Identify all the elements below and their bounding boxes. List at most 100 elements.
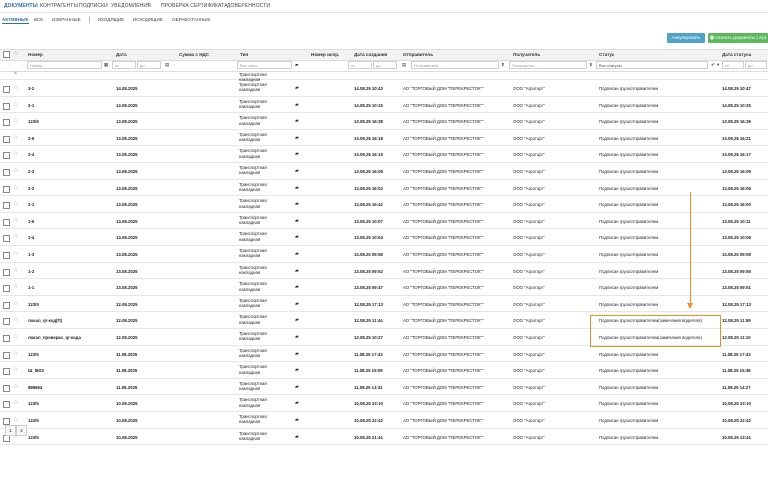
header-type[interactable]: Тип [240,52,248,57]
calculator-icon[interactable]: ▦ [104,62,108,68]
favorite-star-icon[interactable]: ☆ [13,200,18,207]
row-checkbox[interactable] [3,418,10,425]
row-checkbox[interactable] [3,368,10,376]
nav-subscriptions[interactable]: ПОДПИСКИ [79,3,108,9]
table-row[interactable]: ☆ 123/5 13.08.2025 Транспортная накладная ▰ 1… [0,113,768,130]
folder-icon[interactable]: ▰ [295,118,299,124]
tab-all[interactable]: ВСЕ [34,17,43,22]
row-checkbox[interactable] [3,401,10,409]
folder-icon[interactable]: ▰ [295,62,298,68]
nav-documents[interactable]: ДОКУМЕНТЫ [4,3,38,9]
favorite-star-icon[interactable]: ☆ [13,267,18,274]
row-checkbox[interactable] [3,384,10,392]
date-to-input[interactable]: до [137,61,161,69]
row-checkbox[interactable] [3,119,10,127]
favorite-star-icon[interactable]: ☆ [13,300,18,307]
table-row[interactable]: ☆ 889664 11.08.2025 Транспортная накладная ▰… [0,379,768,396]
calendar-icon[interactable]: ▤ [402,62,406,68]
row-checkbox[interactable] [3,185,10,193]
status-date-from-input[interactable]: от [722,61,744,69]
favorite-star-icon[interactable]: ☆ [13,366,18,373]
row-checkbox[interactable] [3,152,10,160]
favorite-star-icon[interactable]: ☆ [13,399,18,406]
folder-icon[interactable]: ▰ [295,201,299,207]
table-row[interactable]: ☆ 1-3 13.08.2025 Транспортная накладная ▰ 13.… [0,246,768,263]
number-filter-input[interactable]: Номер... [27,61,102,69]
header-created[interactable]: Дата создания [354,52,387,57]
nav-notifications[interactable]: УВЕДОМЛЕНИЯ [111,3,151,9]
table-row[interactable]: ☆ 2-3 13.08.2025 Транспортная накладная ▰ 13.… [0,163,768,180]
row-checkbox[interactable] [3,169,10,176]
favorite-star-icon[interactable]: ☆ [13,383,18,390]
row-checkbox[interactable] [3,235,10,243]
row-checkbox[interactable] [3,285,10,293]
dropdown-icon[interactable]: ▾ [717,62,719,68]
header-status[interactable]: Статус [599,52,614,57]
favorite-star-icon[interactable]: ☆ [13,350,18,357]
folder-icon[interactable]: ▰ [295,334,299,340]
favorite-star-icon[interactable]: ☆ [13,117,18,124]
nav-powers-of-attorney[interactable]: ДОВЕРЕННОСТИ [227,3,270,9]
header-number[interactable]: Номер [28,52,43,57]
folder-icon[interactable]: ▰ [295,251,299,257]
table-row[interactable]: ☆ Ш_5Ю3 11.08.2025 Транспортная накладная ▰ 1… [0,362,768,379]
row-checkbox[interactable] [3,102,10,110]
table-row[interactable]: ☆ 2-4 13.08.2025 Транспортная накладная ▰ 13.… [0,146,768,163]
page-2-button[interactable]: 2 [16,425,27,436]
tab-favorites[interactable]: ИЗБРАННЫЕ [52,17,81,22]
table-row[interactable]: ☆ 123/5 10.08.2025 Транспортная накладная ▰ 1… [0,429,768,446]
folder-icon[interactable]: ▰ [295,400,299,406]
favorite-star-icon[interactable]: ☆ [13,84,18,91]
folder-icon[interactable]: ▰ [295,168,299,174]
header-num-ext[interactable]: Номер испр. [311,52,339,57]
table-row[interactable]: ☆ 3-1 14.08.2025 Транспортная накладная ▰ 14.… [0,97,768,114]
folder-icon[interactable]: ▰ [295,135,299,141]
row-checkbox[interactable] [3,351,10,359]
status-date-to-input[interactable]: до [745,61,767,69]
tab-active[interactable]: АКТИВНЫЕ [2,17,29,24]
favorite-star-icon[interactable]: ☆ [13,150,18,157]
table-row[interactable]: ☆ 123/5 10.08.2025 Транспортная накладная ▰ 1… [0,395,768,412]
row-checkbox[interactable] [3,202,10,210]
row-checkbox[interactable] [3,335,10,342]
favorite-star-icon[interactable]: ☆ [13,101,18,108]
header-status-date[interactable]: Дата статуса [722,52,751,57]
table-row[interactable]: ☆ 2-1 13.08.2025 Транспортная накладная ▰ 13.… [0,196,768,213]
tab-incoming[interactable]: ВХОДЯЩИЕ [98,17,124,22]
header-date[interactable]: Дата [116,52,127,57]
row-checkbox[interactable] [3,268,10,276]
folder-icon[interactable]: ▰ [295,234,299,240]
status-filter-select[interactable]: Все статусы [596,61,708,69]
checkmark-icon[interactable]: ✔ [711,62,715,68]
folder-icon[interactable]: ▰ [295,102,299,108]
favorite-star-icon[interactable]: ☆ [13,283,18,290]
header-receiver[interactable]: Получатель [513,52,540,57]
table-row[interactable]: ☆ 123/5 10.08.2025 Транспортная накладная ▰ 1… [0,412,768,429]
favorite-star-icon[interactable]: ☆ [13,316,18,323]
favorite-star-icon[interactable]: ☆ [13,333,18,340]
tab-processed[interactable]: ОБРАБОТАННЫЕ [172,17,210,22]
folder-icon[interactable]: ▰ [295,367,299,373]
row-checkbox[interactable] [3,301,10,309]
favorite-star-icon[interactable]: ☆ [13,50,18,57]
created-from-input[interactable]: от [348,61,372,69]
favorite-star-icon[interactable]: ☆ [13,217,18,224]
row-checkbox[interactable] [3,135,10,143]
folder-icon[interactable]: ▰ [295,85,299,91]
nav-contractors[interactable]: КОНТРАГЕНТЫ [40,3,78,9]
sender-filter-input[interactable]: Отправитель... [411,61,499,69]
select-all-checkbox[interactable] [3,51,10,58]
table-row[interactable]: ☆ 123/5 11.08.2025 Транспортная накладная ▰ 1… [0,346,768,363]
sort-arrow-icon[interactable]: ⬇ [589,62,593,68]
annul-button[interactable]: Аннулировать [667,33,705,43]
header-sum[interactable]: Сумма с НДС [179,52,209,57]
table-row[interactable]: ☆ 1-1 13.08.2025 Транспортная накладная ▰ 13.… [0,279,768,296]
folder-icon[interactable]: ▰ [295,434,299,440]
calendar-icon[interactable]: ▤ [165,62,169,68]
favorite-star-icon[interactable]: ☆ [13,134,18,141]
table-row[interactable]: ☆ 2-5 13.08.2025 Транспортная накладная ▰ 13.… [0,130,768,147]
folder-icon[interactable]: ▰ [295,284,299,290]
folder-icon[interactable]: ▰ [295,268,299,274]
favorite-star-icon[interactable]: ☆ [13,233,18,240]
table-row[interactable]: ☆ 1-4 13.08.2025 Транспортная накладная ▰ 13.… [0,229,768,246]
